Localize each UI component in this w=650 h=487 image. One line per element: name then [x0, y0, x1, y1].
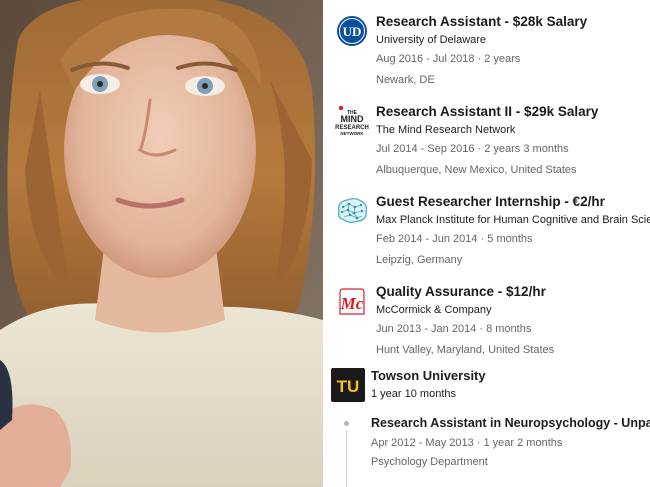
- ud-logo-icon[interactable]: UD: [335, 14, 369, 48]
- school-name[interactable]: Towson University: [371, 367, 486, 384]
- experience-panel: UD Research Assistant - $28k Salary Univ…: [323, 0, 650, 487]
- mccormick-logo-icon[interactable]: Mc: [335, 284, 369, 318]
- mccormick-logo-text: Mc: [340, 294, 364, 313]
- job-dates: Jul 2014 - Sep 2016 · 2 years 3 months: [376, 143, 569, 155]
- job-dates: Apr 2012 - May 2013 · 1 year 2 months: [371, 437, 563, 449]
- company-name[interactable]: University of Delaware: [376, 33, 650, 47]
- job-title[interactable]: Research Assistant in Neuropsychology - …: [371, 415, 650, 432]
- timeline-line: [346, 430, 347, 487]
- job-dates: Jun 2013 - Jan 2014 · 8 months: [376, 323, 532, 335]
- video-frame: [0, 0, 323, 487]
- person-video-image: [0, 0, 323, 487]
- company-name[interactable]: The Mind Research Network: [376, 123, 650, 137]
- job-location: Hunt Valley, Maryland, United States: [376, 344, 555, 356]
- company-name[interactable]: Max Planck Institute for Human Cognitive…: [376, 213, 650, 227]
- job-title[interactable]: Quality Assurance - $12/hr: [376, 283, 650, 300]
- towson-logo-icon[interactable]: TU: [331, 368, 365, 402]
- mind-research-logo-icon[interactable]: THE MIND RESEARCH NETWORK: [335, 104, 369, 138]
- svg-text:NETWORK: NETWORK: [340, 131, 364, 136]
- job-dates: Feb 2014 - Jun 2014 · 5 months: [376, 233, 533, 245]
- company-name[interactable]: McCormick & Company: [376, 303, 650, 317]
- job-location: Albuquerque, New Mexico, United States: [376, 164, 577, 176]
- job-title[interactable]: Research Assistant II - $29k Salary: [376, 103, 650, 120]
- towson-logo-text: TU: [337, 377, 360, 396]
- department: Psychology Department: [371, 456, 488, 468]
- svg-text:MIND: MIND: [341, 114, 364, 124]
- brain-network-logo-icon[interactable]: [335, 194, 369, 228]
- job-title[interactable]: Guest Researcher Internship - €2/hr: [376, 193, 650, 210]
- job-title[interactable]: Research Assistant - $28k Salary: [376, 13, 650, 30]
- timeline-dot: [344, 421, 349, 426]
- job-location: Leipzig, Germany: [376, 254, 463, 266]
- group-duration: 1 year 10 months: [371, 388, 456, 400]
- job-location: Newark, DE: [376, 74, 435, 86]
- ud-logo-text: UD: [343, 24, 362, 39]
- job-dates: Aug 2016 - Jul 2018 · 2 years: [376, 53, 521, 65]
